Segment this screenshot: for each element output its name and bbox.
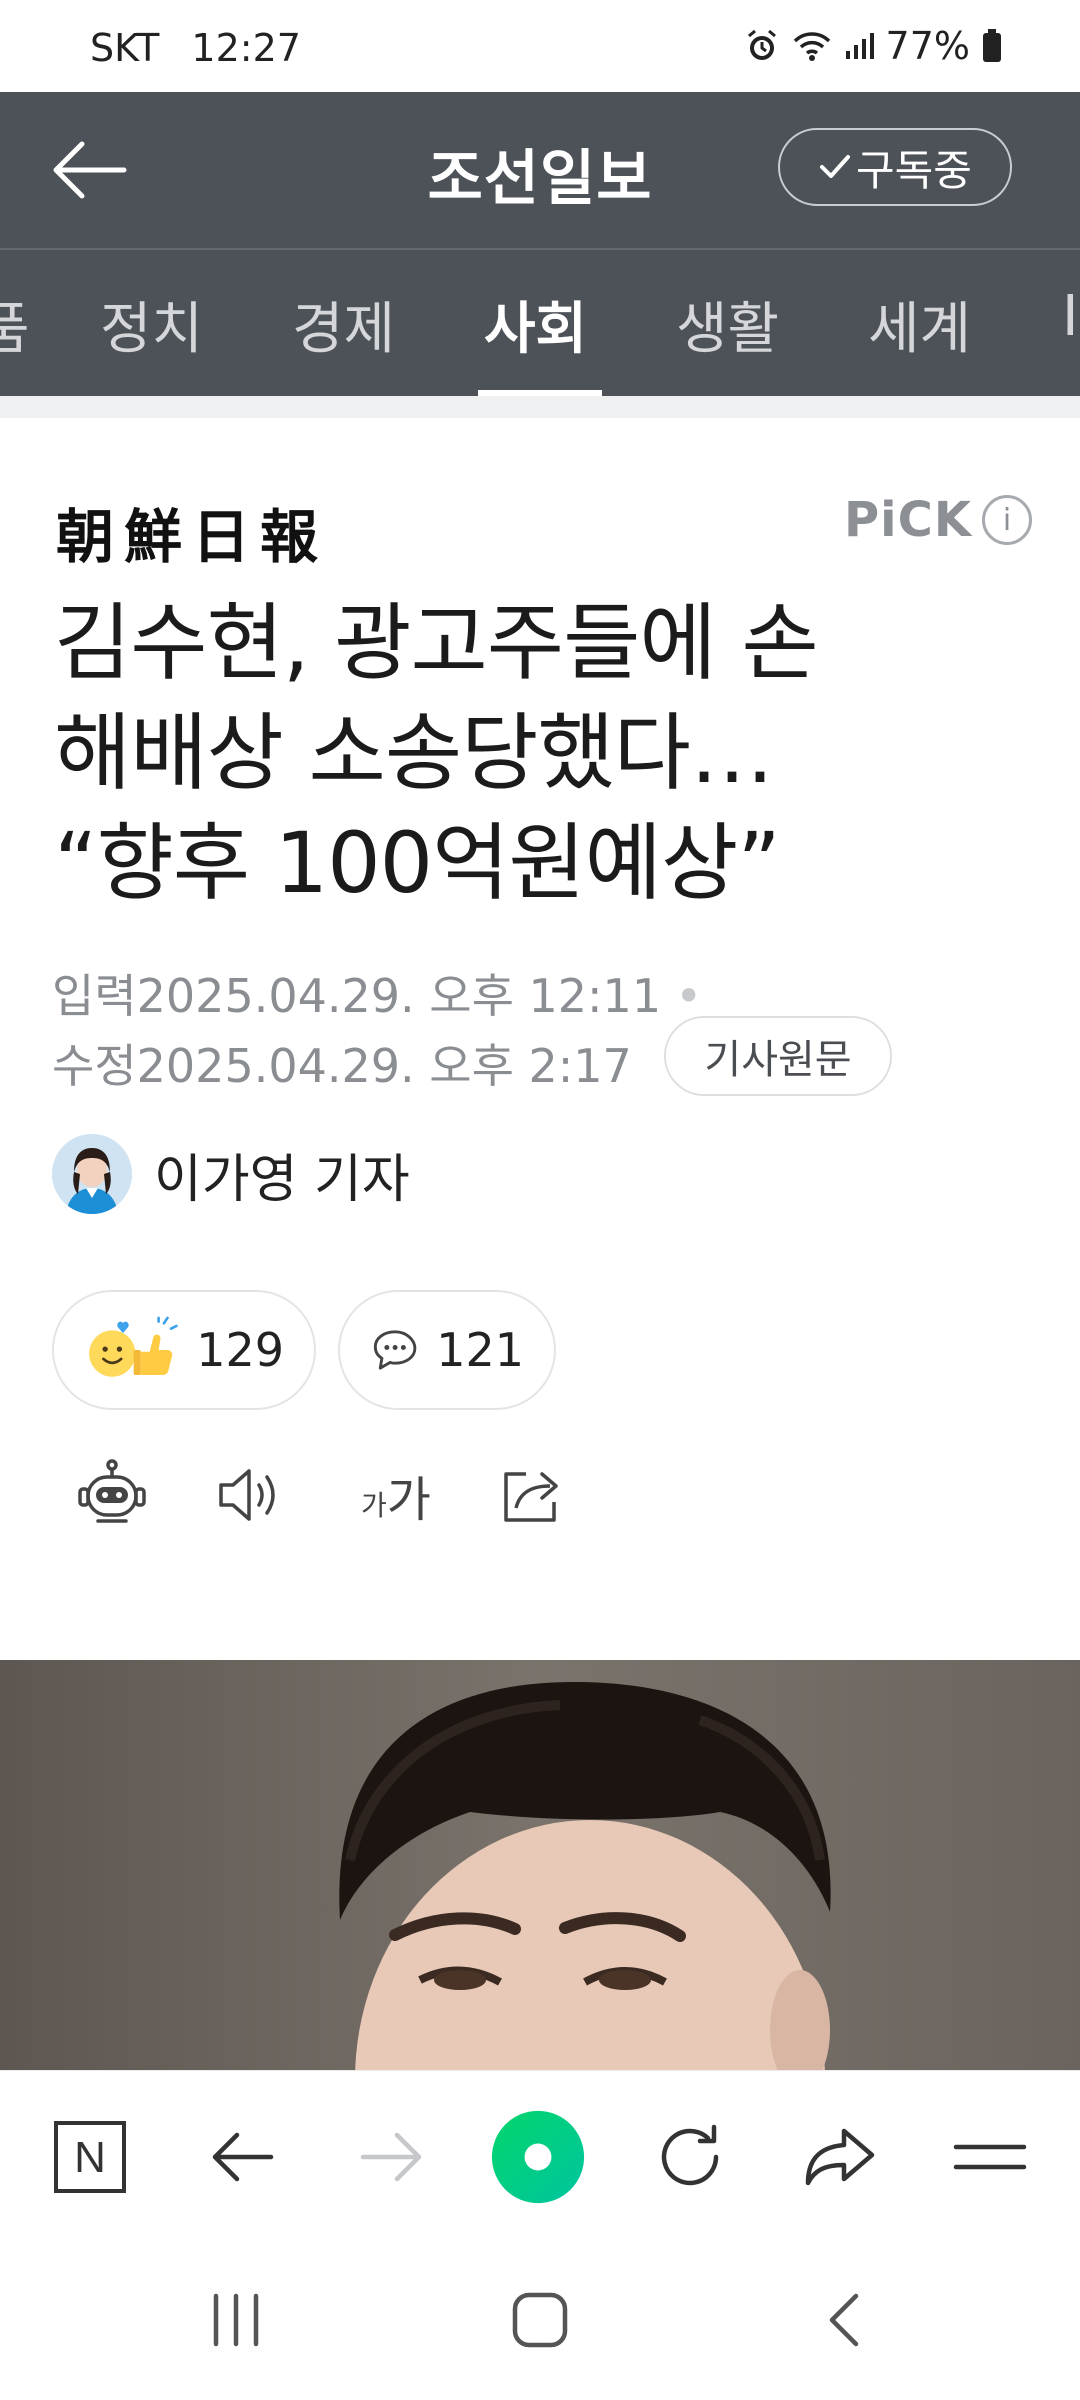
chevron-left-icon xyxy=(829,2293,859,2347)
headline-line: 김수현, 광고주들에 손 xyxy=(54,594,819,692)
headline-line: 해배상 소송당했다… xyxy=(54,704,774,802)
app-header: 조선일보 구독중 xyxy=(0,92,1080,248)
modified-value: 2025.04.29. 오후 2:17 xyxy=(136,1039,632,1093)
subscribe-label: 구독중 xyxy=(856,145,972,195)
avatar xyxy=(52,1134,132,1214)
section-tabs: 품 정치 경제 사회 생활 세계 I xyxy=(0,248,1080,396)
reaction-button[interactable]: 129 xyxy=(52,1290,316,1410)
share-icon xyxy=(504,1472,558,1522)
tab-it[interactable]: I xyxy=(1062,284,1079,349)
published-value: 2025.04.29. 오후 12:11 xyxy=(136,969,662,1023)
home-button[interactable] xyxy=(490,2280,590,2360)
article-toolbar: 가가 xyxy=(0,1450,1080,1540)
system-back-button[interactable] xyxy=(794,2280,894,2360)
smile-thumb-icon xyxy=(89,1316,178,1377)
article-photo xyxy=(0,1660,1080,2070)
back-arrow-icon xyxy=(212,2132,274,2182)
modified-date: 수정2025.04.29. 오후 2:17 xyxy=(52,1030,632,1096)
original-article-button[interactable]: 기사원문 xyxy=(664,1016,892,1096)
naver-home-button[interactable]: N xyxy=(42,2109,138,2205)
naver-home-icon: N xyxy=(54,2121,126,2193)
reporter-name: 이가영 기자 xyxy=(154,1149,410,1210)
tab-economy[interactable]: 경제 xyxy=(292,284,395,365)
system-nav-bar xyxy=(0,2240,1080,2400)
headline-line: “향후 100억원예상” xyxy=(54,814,781,912)
reload-button[interactable] xyxy=(642,2109,738,2205)
pick-label: PiCK xyxy=(844,492,973,548)
tab-life[interactable]: 생활 xyxy=(676,284,779,365)
published-label: 입력 xyxy=(52,969,137,1023)
font-size-small-label: 가 xyxy=(361,1489,387,1522)
browser-toolbar: N xyxy=(0,2070,1080,2240)
browser-forward-button[interactable] xyxy=(344,2109,440,2205)
separator-dot: • xyxy=(675,969,703,1023)
battery-percent: 77% xyxy=(885,24,970,68)
browser-back-button[interactable] xyxy=(194,2109,290,2205)
check-icon xyxy=(820,155,851,178)
share-arrow-icon xyxy=(805,2128,875,2186)
speaker-icon xyxy=(219,1469,275,1521)
text-to-speech-button[interactable] xyxy=(210,1450,290,1540)
tab-politics[interactable]: 정치 xyxy=(100,284,203,365)
tab-partial[interactable]: 품 xyxy=(0,284,30,365)
recent-apps-icon xyxy=(213,2293,259,2347)
alarm-icon xyxy=(744,28,780,64)
green-dot-button[interactable] xyxy=(490,2109,586,2205)
reload-icon xyxy=(661,2124,719,2186)
tab-society[interactable]: 사회 xyxy=(484,284,587,365)
subscribe-button[interactable]: 구독중 xyxy=(778,128,1012,206)
divider xyxy=(0,396,1080,418)
font-size-button[interactable]: 가가 xyxy=(346,1450,446,1540)
recent-apps-button[interactable] xyxy=(186,2280,286,2360)
comment-icon xyxy=(373,1330,417,1370)
pick-badge: PiCK i xyxy=(844,492,1033,548)
share-button[interactable] xyxy=(492,1450,572,1540)
robot-icon xyxy=(78,1459,146,1523)
wifi-icon xyxy=(792,29,832,63)
browser-menu-button[interactable] xyxy=(942,2109,1038,2205)
menu-icon xyxy=(953,2144,1027,2170)
browser-share-button[interactable] xyxy=(792,2109,888,2205)
reaction-count: 129 xyxy=(196,1323,284,1377)
reporter-link[interactable]: 이가영 기자 xyxy=(52,1134,410,1214)
modified-label: 수정 xyxy=(52,1039,137,1093)
comment-count: 121 xyxy=(436,1323,524,1377)
carrier-label: SKT xyxy=(90,26,160,70)
clock-label: 12:27 xyxy=(191,26,301,70)
article-headline: 김수현, 광고주들에 손 해배상 소송당했다… “향후 100억원예상” xyxy=(54,588,1014,918)
status-bar: SKT 12:27 77% xyxy=(0,0,1080,92)
forward-arrow-icon xyxy=(360,2132,422,2182)
home-icon xyxy=(512,2292,568,2348)
comment-button[interactable]: 121 xyxy=(338,1290,556,1410)
battery-icon xyxy=(982,29,1002,63)
signal-icon xyxy=(844,31,874,61)
font-size-large-label: 가 xyxy=(386,1472,431,1528)
info-icon[interactable]: i xyxy=(982,495,1033,545)
green-dot-icon xyxy=(491,2110,585,2204)
svg-text:N: N xyxy=(74,2133,106,2182)
tab-world[interactable]: 세계 xyxy=(868,284,971,365)
press-logo: 朝鮮日報 xyxy=(56,503,329,571)
summary-bot-button[interactable] xyxy=(72,1450,152,1540)
published-date: 입력2025.04.29. 오후 12:11 • xyxy=(52,960,702,1026)
